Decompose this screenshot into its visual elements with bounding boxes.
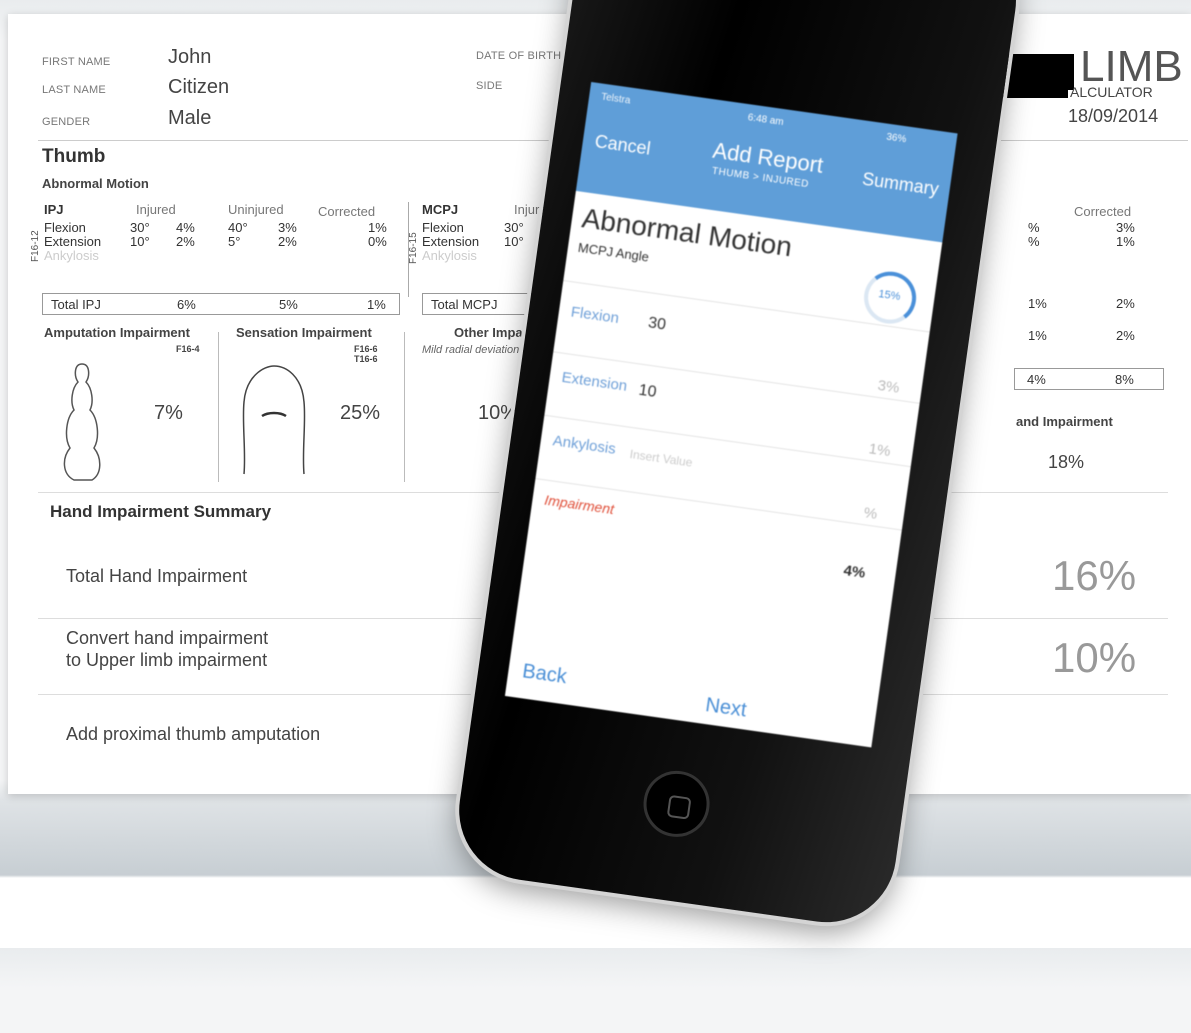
mcpj-header: MCPJ	[422, 202, 459, 217]
report-date: 18/09/2014	[1068, 106, 1159, 126]
gender-value: Male	[168, 107, 212, 129]
sensation-ref2: T16-6	[354, 354, 378, 364]
ipj-extension-un-deg: 5°	[228, 234, 241, 249]
sensation-value: 25%	[340, 402, 381, 424]
sensation-ref1: F16-6	[354, 344, 378, 354]
flexion-pct: 3%	[876, 376, 901, 397]
summary-button[interactable]: Summary	[861, 169, 940, 201]
extension-input[interactable]: 10	[637, 382, 658, 402]
ipj-extension-corr: 0%	[368, 234, 387, 249]
ipj-uninjured-header: Uninjured	[228, 202, 284, 217]
phone-subheading: MCPJ Angle	[577, 239, 650, 265]
ankylosis-label: Ankylosis	[551, 432, 617, 458]
right-row1-b: 3%	[1116, 220, 1135, 235]
right-total1-a: 1%	[1028, 296, 1047, 311]
right-row2-b: 1%	[1116, 234, 1135, 249]
right-row2-a: %	[1028, 234, 1040, 249]
ipj-total-corr: 1%	[367, 297, 386, 312]
ipj-total-label: Total IPJ	[51, 297, 101, 312]
abnormal-motion-title: Abnormal Motion	[42, 176, 149, 191]
right-boxed-total: 4% 8%	[1014, 368, 1164, 390]
right-total2-a: 1%	[1028, 328, 1047, 343]
ipj-flexion-inj-pct: 4%	[176, 220, 195, 235]
sensation-title: Sensation Impairment	[236, 325, 372, 340]
ipj-injured-header: Injured	[136, 202, 176, 217]
ipj-flexion-label: Flexion	[44, 220, 86, 235]
extension-pct: 1%	[867, 440, 892, 461]
ipj-extension-inj-pct: 2%	[176, 234, 195, 249]
brand-subtitle: ALCULATOR	[1070, 84, 1153, 100]
summary-title: Hand Impairment Summary	[50, 502, 272, 521]
mcpj-flexion-label: Flexion	[422, 220, 464, 235]
summary-row1-label: Total Hand Impairment	[66, 566, 248, 586]
flexion-label: Flexion	[569, 303, 621, 328]
impairment-value: 4%	[842, 561, 867, 582]
ipj-flexion-inj-deg: 30°	[130, 220, 150, 235]
ankylosis-pct: %	[862, 504, 879, 523]
summary-row3-label: Add proximal thumb amputation	[66, 724, 321, 744]
ipj-total-un: 5%	[279, 297, 298, 312]
flexion-input[interactable]: 30	[647, 314, 667, 334]
back-button[interactable]: Back	[521, 660, 568, 689]
ipj-flexion-corr: 1%	[368, 220, 387, 235]
right-hand-impairment-label: and Impairment	[1016, 414, 1113, 429]
gender-label: GENDER	[42, 116, 91, 128]
summary-row1-right: 16%	[1052, 552, 1137, 599]
right-hand-impairment-value: 18%	[1048, 452, 1085, 472]
status-battery: 36%	[885, 131, 907, 146]
ipj-flexion-un-deg: 40°	[228, 220, 248, 235]
status-carrier: Telstra	[600, 91, 632, 107]
ipj-corrected-header: Corrected	[318, 204, 376, 219]
first-name-label: FIRST NAME	[42, 56, 111, 68]
home-square-icon	[666, 794, 692, 820]
ipj-ankylosis-label: Ankylosis	[44, 248, 99, 263]
thumb-bone-icon	[63, 363, 101, 481]
right-total1-b: 2%	[1116, 296, 1135, 311]
ipj-total-inj: 6%	[177, 297, 196, 312]
status-time: 6:48 am	[746, 112, 785, 129]
ipj-header: IPJ	[44, 202, 64, 217]
right-corrected-header: Corrected	[1074, 204, 1132, 219]
last-name-label: LAST NAME	[42, 84, 106, 96]
amputation-value: 7%	[154, 402, 183, 424]
ipj-total-box: Total IPJ 6% 5% 1%	[42, 293, 400, 315]
right-boxed-b: 8%	[1115, 372, 1134, 387]
right-total2-b: 2%	[1116, 328, 1135, 343]
amputation-ref: F16-4	[176, 344, 200, 354]
cancel-button[interactable]: Cancel	[593, 131, 652, 160]
summary-row2-right: 10%	[1052, 634, 1137, 681]
right-boxed-a: 4%	[1027, 372, 1046, 387]
mcpj-ref: F16-15	[408, 232, 419, 264]
amputation-title: Amputation Impairment	[44, 325, 190, 340]
ipj-ref: F16-12	[30, 230, 41, 262]
thumb-title: Thumb	[42, 146, 106, 167]
extension-label: Extension	[560, 368, 629, 395]
impairment-label: Impairment	[543, 491, 616, 518]
ankylosis-input[interactable]: Insert Value	[629, 447, 693, 470]
next-button[interactable]: Next	[704, 694, 748, 722]
thumb-outline-icon	[242, 365, 306, 475]
summary-row2-label2: to Upper limb impairment	[66, 650, 268, 670]
ipj-extension-un-pct: 2%	[278, 234, 297, 249]
last-name-value: Citizen	[168, 76, 230, 98]
ipj-extension-inj-deg: 10°	[130, 234, 150, 249]
ipj-extension-label: Extension	[44, 234, 102, 249]
right-row1-a: %	[1028, 220, 1040, 235]
first-name-value: John	[168, 46, 212, 68]
ipj-flexion-un-pct: 3%	[278, 220, 297, 235]
summary-row2-label1: Convert hand impairment	[66, 628, 269, 648]
